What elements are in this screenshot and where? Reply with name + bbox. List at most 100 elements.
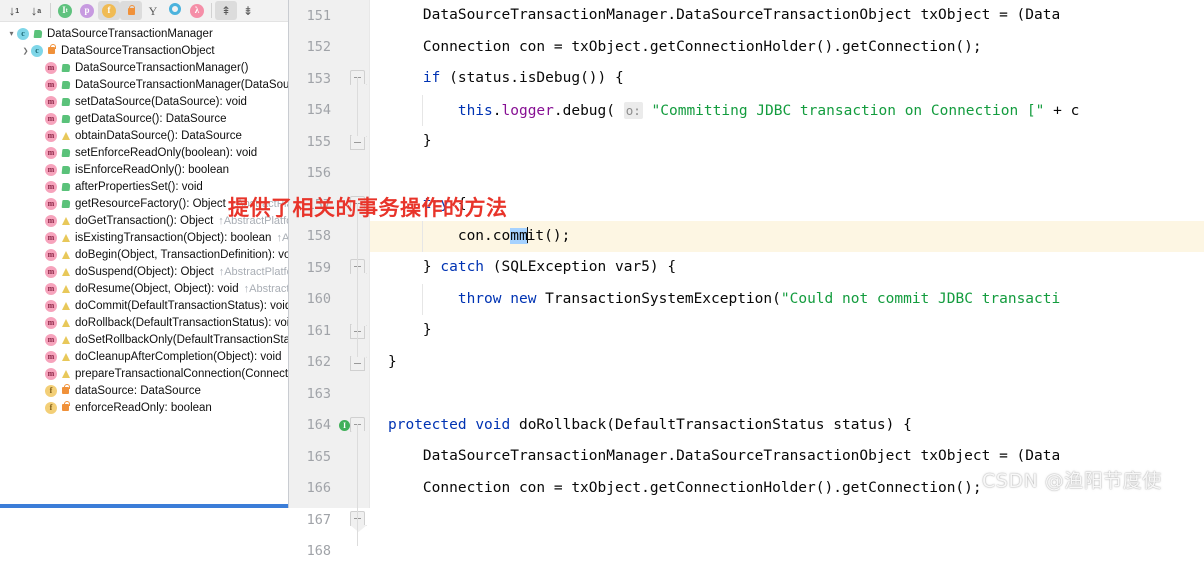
code-token-kw: if xyxy=(423,70,440,86)
show-lambdas-button[interactable]: λ xyxy=(186,1,208,20)
code-token-plain: DataSourceTransactionManager.DataSourceT… xyxy=(388,448,1060,464)
tree-spacer xyxy=(34,113,45,124)
collapse-all-button[interactable]: ⇟ xyxy=(237,1,259,20)
code-line[interactable]: if (status.isDebug()) { xyxy=(370,63,1204,95)
code-line[interactable]: } catch (SQLException var5) { xyxy=(370,252,1204,284)
sort-alphabetically-button[interactable]: ↓a xyxy=(25,1,47,20)
show-non-public-button[interactable] xyxy=(120,1,142,20)
protected-visibility-icon xyxy=(60,317,71,329)
structure-item-label: isEnforceReadOnly(): boolean xyxy=(75,164,229,176)
structure-tree-item[interactable]: misEnforceReadOnly(): boolean xyxy=(0,161,288,178)
line-number: 159 xyxy=(289,260,335,276)
code-token-plain: .debug( xyxy=(554,103,624,119)
line-number: 152 xyxy=(289,39,335,55)
structure-tree-item[interactable]: mdoSetRollbackOnly(DefaultTransactionSta… xyxy=(0,331,288,348)
code-token-plain: con.co xyxy=(388,228,510,244)
public-visibility-icon xyxy=(60,147,71,159)
structure-tree-item[interactable]: fdataSource: DataSource xyxy=(0,382,288,399)
public-visibility-icon xyxy=(60,79,71,91)
code-line[interactable]: } xyxy=(370,347,1204,379)
structure-tree-item[interactable]: mdoRollback(DefaultTransactionStatus): v… xyxy=(0,314,288,331)
tree-spacer xyxy=(34,96,45,107)
structure-tree-item[interactable]: mdoBegin(Object, TransactionDefinition):… xyxy=(0,246,288,263)
chevron-right-icon[interactable]: ❯ xyxy=(20,45,31,56)
method-icon: m xyxy=(45,62,57,74)
code-editor[interactable]: DataSourceTransactionManager.DataSourceT… xyxy=(370,0,1204,508)
line-number: 167 xyxy=(289,512,335,528)
structure-tree-item[interactable]: ▾cDataSourceTransactionManager xyxy=(0,25,288,42)
structure-item-label: setEnforceReadOnly(boolean): void xyxy=(75,147,257,159)
code-line[interactable]: } xyxy=(370,126,1204,158)
visibility-glyph xyxy=(61,81,70,89)
code-line[interactable] xyxy=(370,158,1204,190)
structure-item-label: obtainDataSource(): DataSource xyxy=(75,130,242,142)
code-line[interactable]: throw new TransactionSystemException("Co… xyxy=(370,284,1204,316)
tree-spacer xyxy=(34,198,45,209)
private-lock-icon xyxy=(60,385,71,397)
structure-tree-item[interactable]: misExistingTransaction(Object): boolean↑… xyxy=(0,229,288,246)
show-inherited-icon: It xyxy=(58,4,72,18)
code-line[interactable]: protected void doRollback(DefaultTransac… xyxy=(370,410,1204,442)
code-line[interactable] xyxy=(370,378,1204,410)
class-icon: c xyxy=(31,45,43,57)
visibility-glyph xyxy=(62,251,70,259)
structure-tree-item[interactable]: mobtainDataSource(): DataSource xyxy=(0,127,288,144)
code-line[interactable]: if (status.isDebug()) { xyxy=(370,504,1204,508)
show-interfaces-button[interactable] xyxy=(164,1,186,20)
structure-tree-item[interactable]: mdoCleanupAfterCompletion(Object): void↑… xyxy=(0,348,288,365)
fold-end-handle[interactable] xyxy=(350,356,365,371)
structure-tree-item[interactable]: mprepareTransactionalConnection(Connecti… xyxy=(0,365,288,382)
structure-item-label: doCleanupAfterCompletion(Object): void xyxy=(75,351,281,363)
code-line[interactable]: } xyxy=(370,315,1204,347)
structure-tree-item[interactable]: mdoCommit(DefaultTransactionStatus): voi… xyxy=(0,297,288,314)
visibility-glyph xyxy=(62,234,70,242)
editor-gutter[interactable]: 1511521531541551561571581591601611621631… xyxy=(289,0,370,508)
show-inherited-button[interactable]: It xyxy=(54,1,76,20)
visibility-glyph xyxy=(62,217,70,225)
structure-item-label: setDataSource(DataSource): void xyxy=(75,96,247,108)
structure-tree-item[interactable]: m setEnforceReadOnly(boolean): void xyxy=(0,144,288,161)
visibility-glyph xyxy=(62,132,70,140)
structure-tree-item[interactable]: ❯cDataSourceTransactionObject xyxy=(0,42,288,59)
method-icon: m xyxy=(45,96,57,108)
fold-end-handle[interactable] xyxy=(350,135,365,150)
code-token-plain: } xyxy=(388,259,440,275)
code-folding-column[interactable] xyxy=(345,0,370,508)
method-icon: m xyxy=(45,147,57,159)
code-token-plain xyxy=(643,103,652,119)
protected-visibility-icon xyxy=(60,266,71,278)
code-token-kw: new xyxy=(510,291,536,307)
show-properties-button[interactable]: p xyxy=(76,1,98,20)
code-line[interactable]: this.logger.debug( o: "Committing JDBC t… xyxy=(370,95,1204,127)
show-anonymous-classes-button[interactable]: Y xyxy=(142,1,164,20)
code-line[interactable]: Connection con = txObject.getConnectionH… xyxy=(370,32,1204,64)
public-visibility-icon xyxy=(60,62,71,74)
tree-spacer xyxy=(34,317,45,328)
code-token-plain xyxy=(502,291,511,307)
structure-tree-item[interactable]: mdoResume(Object, Object): void↑Abstract… xyxy=(0,280,288,297)
structure-tree-item[interactable]: fenforceReadOnly: boolean xyxy=(0,399,288,416)
field-icon: f xyxy=(45,385,57,397)
structure-tree-item[interactable]: m setDataSource(DataSource): void xyxy=(0,93,288,110)
sort-arrow-icon: ↓1 xyxy=(9,4,19,17)
protected-visibility-icon xyxy=(60,249,71,261)
sort-by-visibility-button[interactable]: ↓1 xyxy=(3,1,25,20)
code-line-caret[interactable]: con.commit(); xyxy=(370,221,1204,253)
structure-tree-item[interactable]: mdoSuspend(Object): Object↑AbstractPlatf… xyxy=(0,263,288,280)
code-token-plain: Connection con = txObject.getConnectionH… xyxy=(388,39,982,55)
visibility-glyph xyxy=(62,370,70,378)
code-token-plain xyxy=(467,417,476,433)
code-token-plain: } xyxy=(388,322,432,338)
structure-tree-item[interactable]: mgetDataSource(): DataSource xyxy=(0,110,288,127)
structure-item-label: enforceReadOnly: boolean xyxy=(75,402,212,414)
tree-spacer xyxy=(34,62,45,73)
code-token-fld: logger xyxy=(502,103,554,119)
chevron-down-icon[interactable]: ▾ xyxy=(6,28,17,39)
expand-all-button[interactable]: ⇞ xyxy=(215,1,237,20)
method-icon: m xyxy=(45,317,57,329)
structure-tree-item[interactable]: mDataSourceTransactionManager() xyxy=(0,59,288,76)
code-line[interactable]: DataSourceTransactionManager.DataSourceT… xyxy=(370,0,1204,32)
structure-tree-item[interactable]: mDataSourceTransactionManager(DataSource… xyxy=(0,76,288,93)
show-fields-button[interactable]: f xyxy=(98,1,120,20)
indent-guide xyxy=(422,95,423,127)
